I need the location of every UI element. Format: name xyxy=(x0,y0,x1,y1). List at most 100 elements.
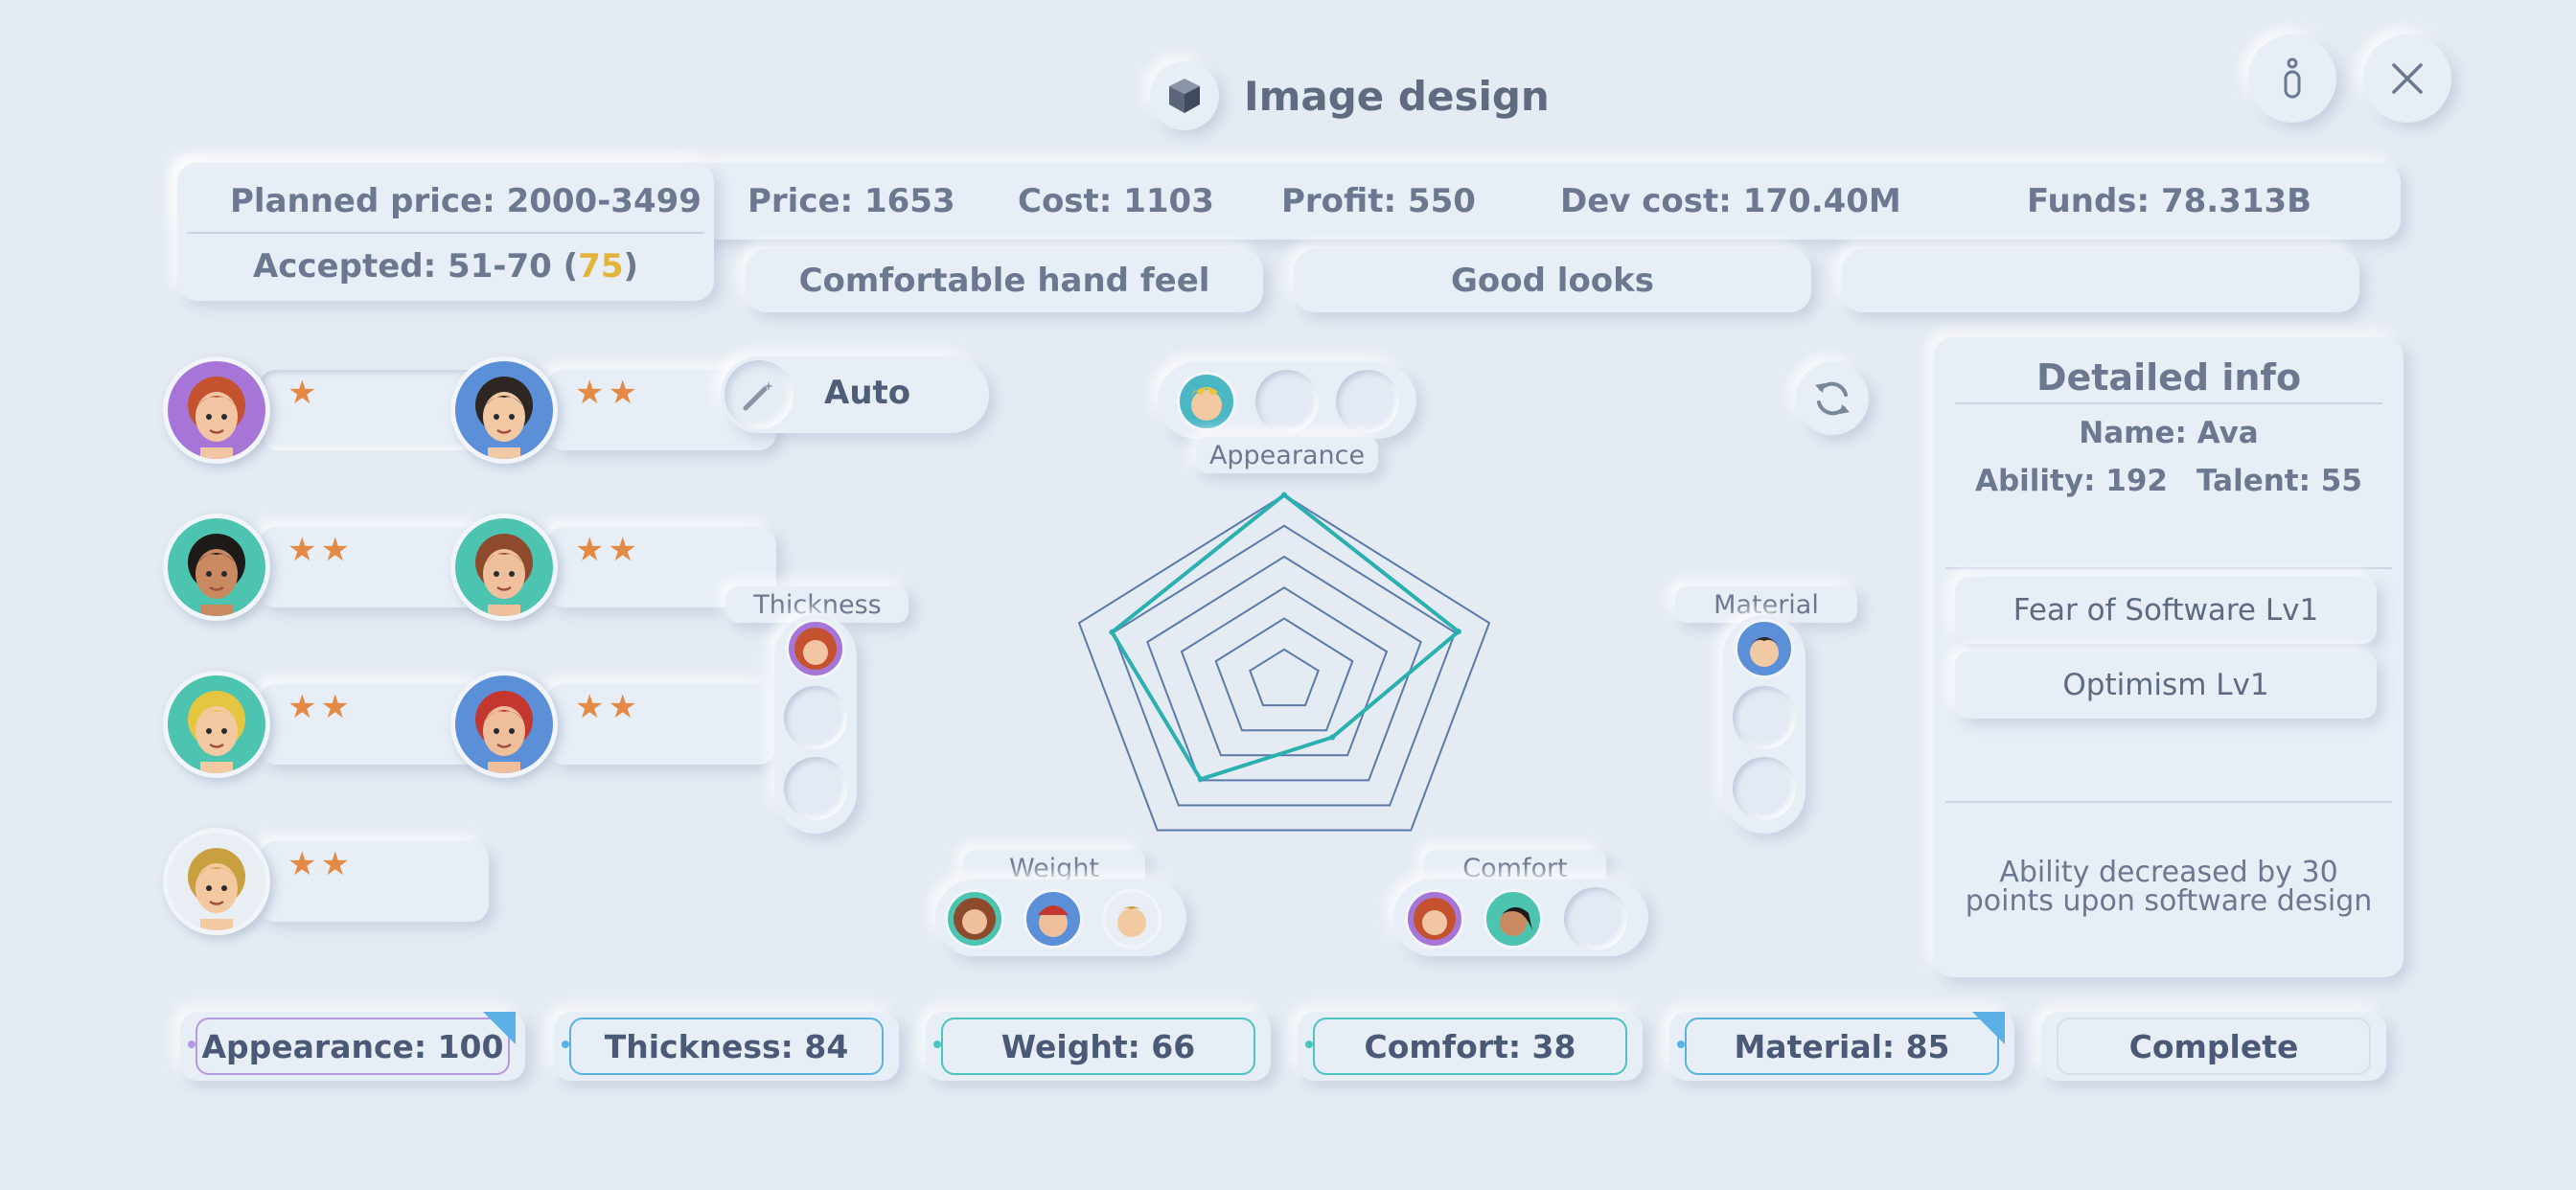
divider xyxy=(187,232,704,234)
accepted-range: Accepted: 51-70 (75) xyxy=(252,247,639,286)
avatar-face xyxy=(1500,906,1532,936)
complete-label: Complete xyxy=(2057,1018,2371,1075)
avatar-face xyxy=(1749,637,1780,667)
thickness-slot-empty[interactable] xyxy=(784,757,847,820)
planned-price: Planned price: 2000-3499 xyxy=(230,182,702,220)
cube-icon xyxy=(1150,61,1219,130)
attribute-dot xyxy=(933,1041,941,1048)
divider xyxy=(1945,567,2392,569)
corner-marker xyxy=(483,1012,516,1044)
close-icon xyxy=(2392,63,2423,94)
comfort-slot-empty[interactable] xyxy=(1564,887,1627,950)
refresh-button[interactable] xyxy=(1796,362,1869,435)
info-button[interactable] xyxy=(2248,34,2336,123)
attribute-pill[interactable]: Thickness: 84 xyxy=(554,1012,899,1081)
thickness-slot-empty[interactable] xyxy=(784,686,847,749)
attribute-pill[interactable]: Material: 85 xyxy=(1669,1012,2014,1081)
slot-avatar-beanie-woman[interactable] xyxy=(1024,889,1083,949)
attribute-pill[interactable]: Weight: 66 xyxy=(926,1012,1271,1081)
radar-point-comfort xyxy=(1329,734,1336,741)
corner-marker xyxy=(1972,1012,2005,1044)
attribute-label: Thickness: 84 xyxy=(569,1018,884,1075)
attribute-dot xyxy=(188,1041,196,1048)
slot-avatar-dark-hair-man[interactable] xyxy=(1735,619,1794,678)
funds: Funds: 78.313B xyxy=(2027,182,2312,220)
feature-slot-1[interactable]: Comfortable hand feel xyxy=(746,249,1263,312)
title-bar: Image design xyxy=(1150,57,1550,134)
slot-avatar-ava[interactable] xyxy=(1405,889,1464,949)
price: Price: 1653 xyxy=(748,182,955,220)
slot-avatar-blond-glasses-man[interactable] xyxy=(1102,889,1162,949)
profit: Profit: 550 xyxy=(1281,182,1476,220)
star-rating: ★★ xyxy=(575,374,641,412)
avatar-long-brown-hair-woman[interactable] xyxy=(450,514,558,621)
star-rating: ★★ xyxy=(288,531,354,569)
appearance-slot-empty[interactable] xyxy=(1255,370,1319,433)
star-rating: ★★ xyxy=(575,688,641,726)
accepted-value: 75 xyxy=(578,247,624,286)
magic-wand-icon xyxy=(724,360,794,429)
feature-slot-2[interactable]: Good looks xyxy=(1294,249,1811,312)
avatar-dark-hair-man-glasses[interactable] xyxy=(450,356,558,464)
avatar-face xyxy=(1189,387,1224,421)
attribute-dot xyxy=(1305,1041,1313,1048)
star-rating: ★★ xyxy=(575,531,641,569)
avatar-red-curly-hair-woman-glasses[interactable] xyxy=(163,356,270,464)
trait-fear-of-software[interactable]: Fear of Software Lv1 xyxy=(1955,577,2377,644)
page-title: Image design xyxy=(1244,72,1550,120)
attribute-label: Appearance: 100 xyxy=(196,1018,510,1075)
radar-series xyxy=(1110,492,1460,782)
appearance-label: Appearance xyxy=(1196,437,1378,473)
avatar-blond-spiky-hair-man[interactable] xyxy=(163,671,270,778)
avatar-face xyxy=(1038,905,1069,937)
avatar-face xyxy=(1116,906,1147,937)
attribute-dot xyxy=(562,1041,569,1048)
ability-note: Ability decreased by 30 points upon soft… xyxy=(1965,856,2373,918)
auto-label: Auto xyxy=(824,374,911,412)
close-button[interactable] xyxy=(2363,34,2451,123)
slot-avatar-long-hair-woman[interactable] xyxy=(945,889,1004,949)
attribute-label: Comfort: 38 xyxy=(1313,1018,1627,1075)
attribute-pill[interactable]: Comfort: 38 xyxy=(1298,1012,1643,1081)
divider xyxy=(1945,801,2392,803)
star-rating: ★★ xyxy=(288,845,354,883)
material-slot-empty[interactable] xyxy=(1733,686,1796,749)
developer-ability: Ability: 192 xyxy=(1975,464,2168,498)
avatar-face xyxy=(1414,898,1456,940)
avatar-ponytail-woman[interactable] xyxy=(163,514,270,621)
star-rating: ★ xyxy=(288,374,321,412)
avatar-red-beanie-woman-glasses[interactable] xyxy=(450,671,558,778)
avatar-face xyxy=(954,898,996,940)
radar-point-appearance xyxy=(1281,492,1287,498)
radar-grid-ring xyxy=(1214,617,1354,732)
slot-avatar-ponytail-woman[interactable] xyxy=(1484,889,1543,949)
attribute-label: Material: 85 xyxy=(1685,1018,1999,1075)
avatar-face xyxy=(794,628,837,670)
dev-cost: Dev cost: 170.40M xyxy=(1560,182,1901,220)
complete-button[interactable]: Complete xyxy=(2041,1012,2386,1081)
radar-point-thickness xyxy=(1109,629,1116,635)
cost: Cost: 1103 xyxy=(1018,182,1214,220)
slot-avatar-ava[interactable] xyxy=(786,619,845,678)
refresh-icon xyxy=(1815,381,1850,416)
info-icon xyxy=(2284,57,2301,99)
developer-name: Name: Ava xyxy=(2079,416,2259,450)
developer-talent: Talent: 55 xyxy=(2196,464,2362,498)
radar-grid-ring xyxy=(1249,648,1320,707)
star-rating: ★★ xyxy=(288,688,354,726)
detailed-info-heading: Detailed info xyxy=(2036,356,2302,399)
avatar-blond-hair-man-glasses[interactable] xyxy=(163,828,270,935)
radar-point-material xyxy=(1455,629,1461,635)
trait-optimism[interactable]: Optimism Lv1 xyxy=(1955,652,2377,719)
radar-chart xyxy=(1077,492,1491,832)
material-slot-empty[interactable] xyxy=(1733,757,1796,820)
divider xyxy=(1955,402,2382,404)
attribute-label: Weight: 66 xyxy=(941,1018,1255,1075)
attribute-dot xyxy=(1677,1041,1685,1048)
slot-avatar-blond-man[interactable] xyxy=(1177,372,1236,431)
radar-grid-ring xyxy=(1112,524,1457,807)
feature-slot-3[interactable] xyxy=(1842,249,2359,312)
appearance-slot-empty[interactable] xyxy=(1336,370,1399,433)
attribute-pill[interactable]: Appearance: 100 xyxy=(180,1012,525,1081)
radar-point-weight xyxy=(1197,776,1204,783)
